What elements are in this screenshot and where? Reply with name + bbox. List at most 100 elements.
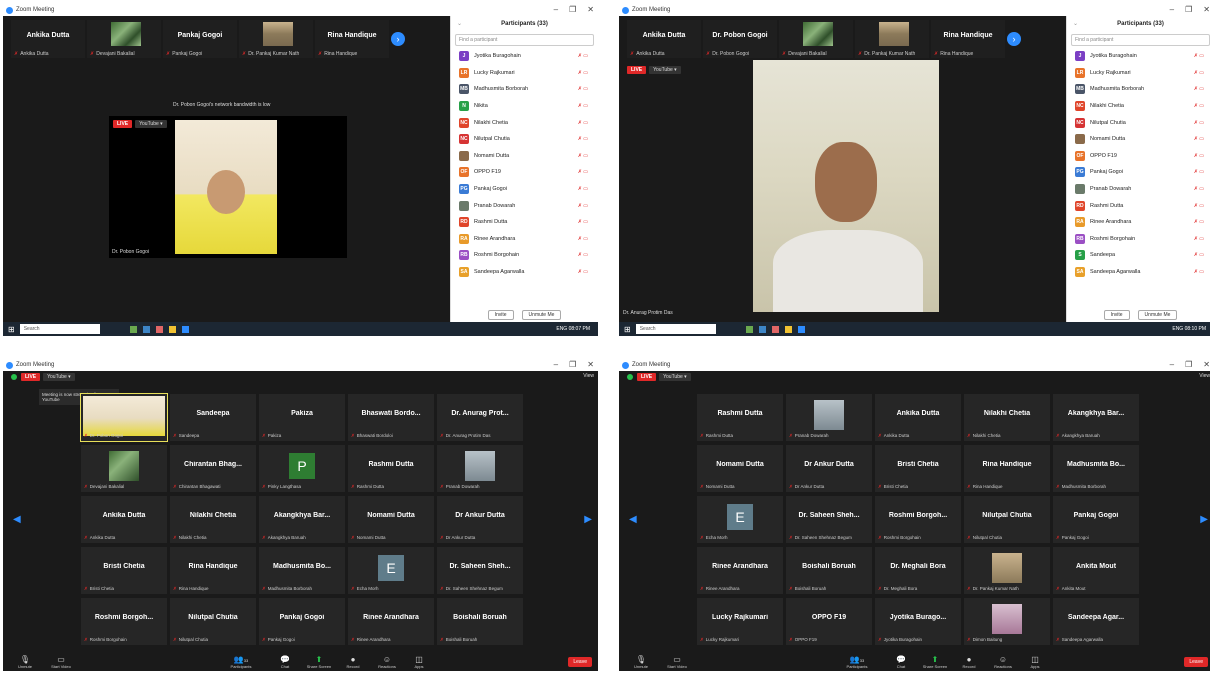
unmute-button[interactable]: 🎙 Unmute [621, 655, 661, 669]
participant-tile[interactable]: Jyotika Burago... Jyotika Buragohain [875, 598, 961, 645]
minimize-button[interactable]: – [1170, 5, 1174, 14]
app-icon[interactable] [771, 325, 779, 333]
strip-tile[interactable]: Ankika DuttaAnkika Dutta [627, 20, 701, 58]
app-icon[interactable] [168, 325, 176, 333]
maximize-button[interactable]: ❐ [1185, 360, 1192, 369]
participant-tile[interactable]: Lucky Rajkumari Lucky Rajkumari [697, 598, 783, 645]
participants-button[interactable]: 👥33 Participants [837, 655, 877, 669]
page-next-icon[interactable]: ▶ [584, 514, 592, 525]
participant-tile[interactable]: Akangkhya Bar... Akangkhya Baruah [259, 496, 345, 543]
participant-row[interactable]: Pranab Dowarah ✗ ▭ [1067, 181, 1210, 198]
participant-tile[interactable]: Pankaj Gogoi Pankaj Gogoi [259, 598, 345, 645]
participant-row[interactable]: NC Nilakhi Chetia ✗ ▭ [1067, 98, 1210, 115]
participant-tile[interactable]: Rashmi Dutta Rashmi Dutta [697, 394, 783, 441]
participant-tile[interactable]: Nilakhi Chetia Nilakhi Chetia [964, 394, 1050, 441]
participant-tile[interactable]: P Pinky Langthasa [259, 445, 345, 492]
participant-row[interactable]: SA Sandeepa Agarwalla ✗ ▭ [451, 264, 598, 281]
youtube-dropdown[interactable]: YouTube ▾ [135, 120, 167, 128]
participant-tile[interactable]: Roshmi Borgoh... Roshmi Borgohain [875, 496, 961, 543]
close-button[interactable]: ✕ [587, 5, 594, 14]
participant-tile[interactable]: Roshmi Borgoh... Roshmi Borgohain [81, 598, 167, 645]
participant-tile[interactable]: Rina Handique Rina Handique [964, 445, 1050, 492]
participant-tile[interactable]: Rina Handique Rina Handique [170, 547, 256, 594]
participant-tile[interactable]: Rashmi Dutta Rashmi Dutta [348, 445, 434, 492]
apps-button[interactable]: ◫ Apps [1015, 655, 1055, 669]
participant-tile[interactable]: E Echa Morh [348, 547, 434, 594]
participant-tile[interactable]: Pranab Dowarah [786, 394, 872, 441]
participant-row[interactable]: LR Lucky Rajkumari ✗ ▭ [1067, 65, 1210, 82]
participant-tile[interactable]: Nomami Dutta Nomami Dutta [697, 445, 783, 492]
participant-row[interactable]: OF OPPO F19 ✗ ▭ [451, 164, 598, 181]
youtube-dropdown[interactable]: YouTube ▾ [43, 373, 75, 381]
participant-tile[interactable]: Sandeepa Agar... Sandeepa Agarwalla [1053, 598, 1139, 645]
strip-tile[interactable]: Pankaj GogoiPankaj Gogoi [163, 20, 237, 58]
participant-tile[interactable]: Nilutpal Chutia Nilutpal Chutia [964, 496, 1050, 543]
strip-tile[interactable]: Rina HandiqueRina Handique [931, 20, 1005, 58]
participant-tile[interactable]: Dimon Baitung [964, 598, 1050, 645]
participant-tile[interactable]: Bhaswati Bordo... Bhaswati Bordoloi [348, 394, 434, 441]
participant-row[interactable]: NC Nilutpal Chutia ✗ ▭ [1067, 114, 1210, 131]
participant-row[interactable]: J Jyotika Buragohain ✗ ▭ [451, 48, 598, 65]
youtube-dropdown[interactable]: YouTube ▾ [649, 66, 681, 74]
search-input[interactable]: Find a participant [455, 34, 594, 46]
participant-tile[interactable]: Ankita Mout Ankita Mout [1053, 547, 1139, 594]
participant-row[interactable]: N Nikita ✗ ▭ [451, 98, 598, 115]
participant-tile[interactable]: Dr Ankur Dutta Dr Ankur Dutta [786, 445, 872, 492]
zoom-app-icon[interactable] [797, 325, 805, 333]
maximize-button[interactable]: ❐ [1185, 5, 1192, 14]
windows-start-icon[interactable]: ⊞ [624, 325, 631, 334]
security-shield-icon[interactable] [627, 374, 633, 380]
participant-row[interactable]: OF OPPO F19 ✗ ▭ [1067, 148, 1210, 165]
strip-tile[interactable]: Devajani Bakalial [87, 20, 161, 58]
participant-row[interactable]: MB Madhusmita Borborah ✗ ▭ [451, 81, 598, 98]
participant-row[interactable]: NC Nilutpal Chutia ✗ ▭ [451, 131, 598, 148]
participant-row[interactable]: S Sandeepa ✗ ▭ [1067, 247, 1210, 264]
taskbar-search[interactable]: Search [635, 324, 716, 334]
participant-row[interactable]: Nomami Dutta ✗ ▭ [451, 148, 598, 165]
page-prev-icon[interactable]: ◀ [629, 514, 637, 525]
participant-tile[interactable]: Dr. Pankaj Kumar Nath [964, 547, 1050, 594]
start-video-button[interactable]: ▭ Start Video [41, 655, 81, 669]
participant-tile[interactable]: Dr Ankur Dutta Dr Ankur Dutta [437, 496, 523, 543]
maximize-button[interactable]: ❐ [569, 360, 576, 369]
participant-row[interactable]: LR Lucky Rajkumari ✗ ▭ [451, 65, 598, 82]
participants-button[interactable]: 👥33 Participants [221, 655, 261, 669]
strip-tile[interactable]: Rina HandiqueRina Handique [315, 20, 389, 58]
view-button[interactable]: View [1199, 373, 1210, 379]
minimize-button[interactable]: – [554, 5, 558, 14]
participant-tile[interactable]: OPPO F19 OPPO F19 [786, 598, 872, 645]
participant-row[interactable]: SA Sandeepa Agarwalla ✗ ▭ [1067, 264, 1210, 281]
app-icon[interactable] [784, 325, 792, 333]
chevron-down-icon[interactable]: ⌄ [1073, 16, 1078, 32]
participant-tile[interactable]: Madhusmita Bo... Madhusmita Borborah [1053, 445, 1139, 492]
participant-tile[interactable]: Madhusmita Bo... Madhusmita Borborah [259, 547, 345, 594]
page-prev-icon[interactable]: ◀ [13, 514, 21, 525]
participant-tile[interactable]: Sandeepa Sandeepa [170, 394, 256, 441]
participant-tile[interactable]: Rinee Arandhara Rinee Arandhara [697, 547, 783, 594]
participant-tile[interactable]: Bristi Chetia Bristi Chetia [81, 547, 167, 594]
apps-button[interactable]: ◫ Apps [399, 655, 439, 669]
unmute-me-button[interactable]: Unmute Me [1137, 310, 1178, 320]
participant-tile[interactable]: Nilakhi Chetia Nilakhi Chetia [170, 496, 256, 543]
live-badge[interactable]: LIVE [637, 373, 657, 381]
start-video-button[interactable]: ▭ Start Video [657, 655, 697, 669]
leave-button[interactable]: Leave [1184, 657, 1208, 667]
strip-tile[interactable]: Dr. Pankaj Kumar Nath [855, 20, 929, 58]
participant-tile[interactable]: Dr. Meghali Bora Dr. Meghali Bora [875, 547, 961, 594]
participant-tile[interactable]: Nomami Dutta Nomami Dutta [348, 496, 434, 543]
strip-tile[interactable]: Dr. Pobon GogoiDr. Pobon Gogoi [703, 20, 777, 58]
participant-row[interactable]: RB Roshmi Borgohain ✗ ▭ [451, 247, 598, 264]
participant-row[interactable]: PG Pankaj Gogoi ✗ ▭ [1067, 164, 1210, 181]
chevron-down-icon[interactable]: ⌄ [457, 16, 462, 32]
participant-tile[interactable]: Chirantan Bhag... Chirantan Bhagawati [170, 445, 256, 492]
participant-tile[interactable]: Nilutpal Chutia Nilutpal Chutia [170, 598, 256, 645]
chevron-right-icon[interactable]: › [391, 32, 405, 46]
search-input[interactable]: Find a participant [1071, 34, 1210, 46]
invite-button[interactable]: Invite [1103, 310, 1130, 320]
youtube-dropdown[interactable]: YouTube ▾ [659, 373, 691, 381]
participant-tile[interactable]: Boishali Boruah Boishali Boruah [786, 547, 872, 594]
participant-row[interactable]: J Jyotika Buragohain ✗ ▭ [1067, 48, 1210, 65]
participant-tile[interactable]: Pankaj Gogoi Pankaj Gogoi [1053, 496, 1139, 543]
participant-row[interactable]: Pranab Dowarah ✗ ▭ [451, 197, 598, 214]
live-badge[interactable]: LIVE [21, 373, 41, 381]
